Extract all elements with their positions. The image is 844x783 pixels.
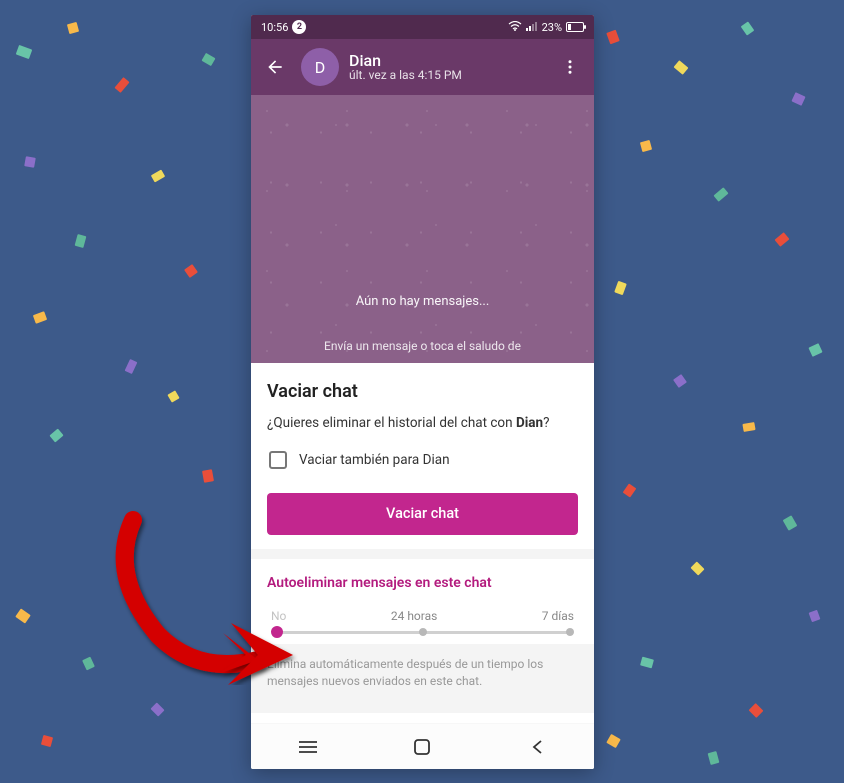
auto-delete-note: Elimina automáticamente después de un ti… bbox=[251, 644, 594, 714]
phone-frame: 10:56 2 23% D Dian últ. vez a las 4:15 P… bbox=[251, 15, 594, 769]
more-options-button[interactable] bbox=[554, 51, 586, 83]
status-time: 10:56 bbox=[261, 21, 288, 34]
status-bar: 10:56 2 23% bbox=[251, 15, 594, 39]
auto-delete-title: Autoeliminar mensajes en este chat bbox=[267, 575, 578, 591]
checkbox-label: Vaciar también para Dian bbox=[299, 452, 450, 468]
clear-chat-button[interactable]: Vaciar chat bbox=[267, 493, 578, 535]
contact-name: Dian bbox=[349, 52, 544, 70]
contact-info[interactable]: Dian últ. vez a las 4:15 PM bbox=[349, 52, 544, 83]
auto-delete-slider[interactable] bbox=[275, 631, 570, 634]
auto-delete-section: Autoeliminar mensajes en este chat No 24… bbox=[251, 559, 594, 644]
also-clear-for-contact-checkbox[interactable]: Vaciar también para Dian bbox=[267, 451, 578, 469]
slider-label-off: No bbox=[271, 609, 286, 623]
recents-button[interactable] bbox=[278, 731, 338, 763]
empty-chat-hint: Envía un mensaje o toca el saludo de bbox=[324, 339, 521, 353]
chat-body: Aún no hay mensajes... Envía un mensaje … bbox=[251, 95, 594, 363]
slider-tick-middle bbox=[419, 628, 427, 636]
battery-text: 23% bbox=[542, 21, 562, 34]
notification-badge: 2 bbox=[292, 20, 306, 34]
slider-label-24h: 24 horas bbox=[391, 609, 437, 623]
slider-labels: No 24 horas 7 días bbox=[267, 609, 578, 623]
back-nav-button[interactable] bbox=[507, 731, 567, 763]
avatar-letter: D bbox=[315, 58, 326, 77]
slider-thumb[interactable] bbox=[271, 626, 283, 638]
empty-chat-title: Aún no hay mensajes... bbox=[356, 294, 490, 309]
home-button[interactable] bbox=[392, 731, 452, 763]
slider-tick-right bbox=[566, 628, 574, 636]
contact-avatar[interactable]: D bbox=[301, 48, 339, 86]
contact-last-seen: últ. vez a las 4:15 PM bbox=[349, 69, 544, 82]
checkbox-icon bbox=[269, 451, 287, 469]
modal-title: Vaciar chat bbox=[267, 381, 578, 402]
chat-header: D Dian últ. vez a las 4:15 PM bbox=[251, 39, 594, 95]
clear-chat-modal: Vaciar chat ¿Quieres eliminar el histori… bbox=[251, 363, 594, 549]
wifi-icon bbox=[508, 21, 522, 34]
section-divider bbox=[251, 549, 594, 559]
slider-label-7d: 7 días bbox=[542, 609, 574, 623]
signal-icon bbox=[526, 21, 538, 34]
back-button[interactable] bbox=[259, 51, 291, 83]
android-nav-bar bbox=[251, 723, 594, 769]
modal-question: ¿Quieres eliminar el historial del chat … bbox=[267, 414, 578, 433]
battery-icon bbox=[566, 22, 584, 32]
